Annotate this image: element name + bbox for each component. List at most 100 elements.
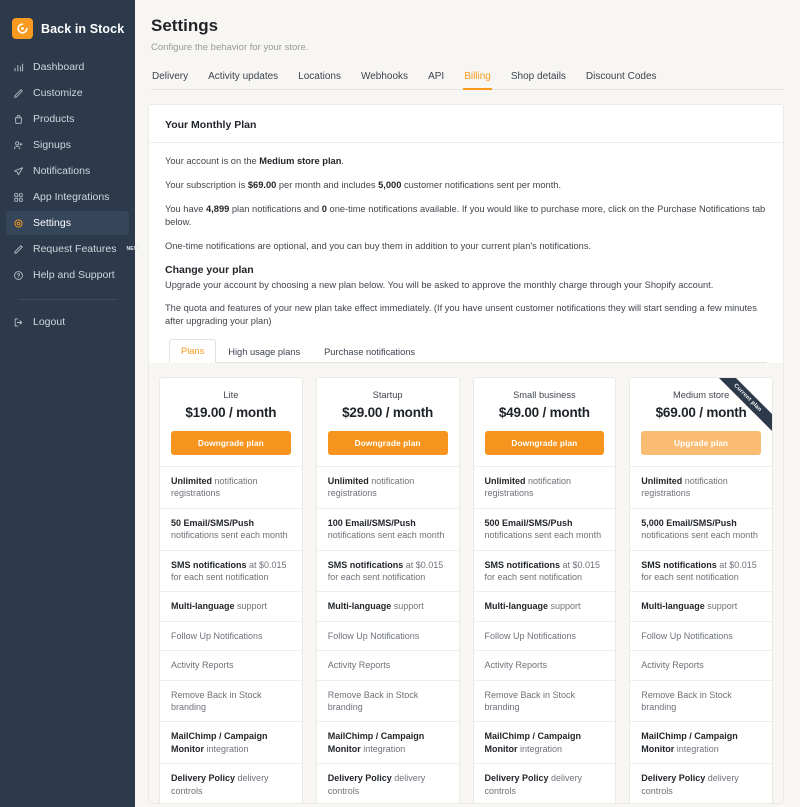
sidebar-item-label: Request Features xyxy=(33,243,117,255)
page-title: Settings xyxy=(151,16,219,35)
feature-strong: Unlimited xyxy=(641,476,683,486)
monthly-plan-panel: Your Monthly Plan Your account is on the… xyxy=(148,104,784,804)
question-circle-icon xyxy=(12,269,25,282)
plan-header: Startup $29.00 / month Downgrade plan xyxy=(317,378,459,466)
sidebar-item-request-features[interactable]: Request Features NEW xyxy=(6,237,139,261)
remaining-notifications-text: You have 4,899 plan notifications and 0 … xyxy=(165,203,767,229)
feature-text: Remove Back in Stock branding xyxy=(641,689,732,713)
sidebar-item-label: Signups xyxy=(33,139,71,151)
sidebar-item-dashboard[interactable]: Dashboard xyxy=(6,55,129,79)
feature-text: Remove Back in Stock branding xyxy=(171,689,262,713)
plans-area: Lite $19.00 / month Downgrade plan Unlimite… xyxy=(149,363,783,803)
tab-webhooks[interactable]: Webhooks xyxy=(360,71,409,90)
feature-strong: Unlimited xyxy=(171,476,213,486)
tab-activity-updates[interactable]: Activity updates xyxy=(207,71,279,90)
sidebar-item-settings[interactable]: Settings xyxy=(6,211,129,235)
tab-api[interactable]: API xyxy=(427,71,445,90)
tab-shop-details[interactable]: Shop details xyxy=(510,71,567,90)
sidebar-item-app-integrations[interactable]: App Integrations xyxy=(6,185,129,209)
grid-icon xyxy=(12,191,25,204)
plan-feature: MailChimp / Campaign Monitor integration xyxy=(160,721,302,763)
sidebar-item-notifications[interactable]: Notifications xyxy=(6,159,129,183)
change-plan-heading: Change your plan xyxy=(165,264,254,276)
downgrade-plan-button[interactable]: Downgrade plan xyxy=(171,431,291,455)
brand-name: Back in Stock xyxy=(41,21,125,36)
new-badge: NEW xyxy=(126,246,139,252)
onetime-info-text: One-time notifications are optional, and… xyxy=(165,241,592,251)
paper-plane-icon xyxy=(12,165,25,178)
plan-feature: Delivery Policy delivery controls xyxy=(473,763,616,803)
panel-body: Your account is on the Medium store plan… xyxy=(149,143,783,363)
sidebar-item-signups[interactable]: Signups xyxy=(6,133,129,157)
feature-strong: Delivery Policy xyxy=(171,773,236,784)
feature-strong: Delivery Policy xyxy=(327,773,392,784)
plan-feature: SMS notifications at $0.015 for each sen… xyxy=(473,549,616,592)
sidebar-item-customize[interactable]: Customize xyxy=(6,81,129,105)
plans-row: Lite $19.00 / month Downgrade plan Unlimite… xyxy=(159,377,773,803)
feature-text: support xyxy=(234,601,268,612)
tab-locations[interactable]: Locations xyxy=(297,71,342,90)
plan-card: Startup $29.00 / month Downgrade plan Unlim… xyxy=(315,377,460,803)
tab-billing[interactable]: Billing xyxy=(463,71,492,90)
tab-plans[interactable]: Plans xyxy=(169,339,217,363)
plan-feature: Unlimited notification registrations xyxy=(316,466,459,508)
sidebar-item-products[interactable]: Products xyxy=(6,107,129,131)
plan-feature: MailChimp / Campaign Monitor integration xyxy=(316,721,459,763)
plan-feature: SMS notifications at $0.015 for each sen… xyxy=(630,549,772,592)
plan-feature: MailChimp / Campaign Monitor integration xyxy=(473,721,616,763)
plan-feature: Delivery Policy delivery controls xyxy=(630,763,772,803)
quota-strong: 5,000 xyxy=(378,180,402,190)
tab-high-usage-plans[interactable]: High usage plans xyxy=(216,340,312,363)
sidebar-item-help-and-support[interactable]: Help and Support xyxy=(6,263,129,287)
feature-text: Follow Up Notifications xyxy=(171,630,263,641)
feature-strong: Delivery Policy xyxy=(484,773,549,784)
change-plan-text: Upgrade your account by choosing a new p… xyxy=(165,280,714,290)
plan-feature: Delivery Policy delivery controls xyxy=(160,763,302,803)
tab-purchase-notifications[interactable]: Purchase notifications xyxy=(312,340,427,363)
plan-header: Lite $19.00 / month Downgrade plan xyxy=(160,378,302,466)
plan-feature: Multi-language support xyxy=(160,591,302,620)
tab-delivery[interactable]: Delivery xyxy=(151,71,189,90)
feature-text: integration xyxy=(204,743,249,754)
tab-discount-codes[interactable]: Discount Codes xyxy=(585,71,658,90)
plan-name-strong: Medium store plan xyxy=(259,156,342,166)
sidebar-item-label: Logout xyxy=(33,316,66,328)
sidebar-item-label: Dashboard xyxy=(33,61,85,73)
plan-feature: Activity Reports xyxy=(160,650,302,679)
text-fragment: . xyxy=(341,156,344,166)
feature-strong: 100 Email/SMS/Push xyxy=(327,517,416,528)
text-fragment: customer notifications sent per month. xyxy=(401,180,562,190)
downgrade-plan-button[interactable]: Downgrade plan xyxy=(327,431,448,455)
sidebar-item-label: Products xyxy=(33,113,75,125)
feature-text: support xyxy=(391,601,424,612)
plan-feature: Remove Back in Stock branding xyxy=(160,679,302,722)
text-fragment: You have xyxy=(165,204,207,214)
feature-text: Follow Up Notifications xyxy=(641,630,733,641)
plan-feature: Multi-language support xyxy=(630,591,772,620)
plan-feature: SMS notifications at $0.015 for each sen… xyxy=(160,549,302,592)
downgrade-plan-button[interactable]: Downgrade plan xyxy=(484,431,605,455)
gear-icon xyxy=(12,217,25,230)
feature-strong: 5,000 Email/SMS/Push xyxy=(641,517,737,528)
feature-text: notifications sent each month xyxy=(327,530,445,541)
upgrade-plan-button[interactable]: Upgrade plan xyxy=(641,431,761,455)
plan-feature: SMS notifications at $0.015 for each sen… xyxy=(316,549,459,592)
plan-feature: Remove Back in Stock branding xyxy=(473,679,616,722)
feature-text: Remove Back in Stock branding xyxy=(327,689,419,713)
quota-effect-text: The quota and features of your new plan … xyxy=(165,303,757,326)
sidebar-item-logout[interactable]: Logout xyxy=(6,310,129,334)
feature-text: Follow Up Notifications xyxy=(327,630,420,641)
feature-text: integration xyxy=(674,743,719,754)
plan-card: Small business $49.00 / month Downgrade pl… xyxy=(472,377,617,803)
feature-strong: Unlimited xyxy=(484,476,526,486)
plan-feature: Delivery Policy delivery controls xyxy=(316,763,459,803)
plan-feature: Unlimited notification registrations xyxy=(630,466,772,508)
plan-header: Small business $49.00 / month Downgrade pl… xyxy=(474,378,616,466)
sidebar-item-label: Help and Support xyxy=(33,269,115,281)
plan-feature: Follow Up Notifications xyxy=(316,620,459,650)
feature-text: Activity Reports xyxy=(641,660,704,671)
bag-icon xyxy=(12,113,25,126)
brand[interactable]: Back in Stock xyxy=(0,14,135,39)
plan-feature: 100 Email/SMS/Push notifications sent ea… xyxy=(316,507,459,550)
sidebar: Back in Stock Dashboard Customize Produc… xyxy=(0,0,139,807)
